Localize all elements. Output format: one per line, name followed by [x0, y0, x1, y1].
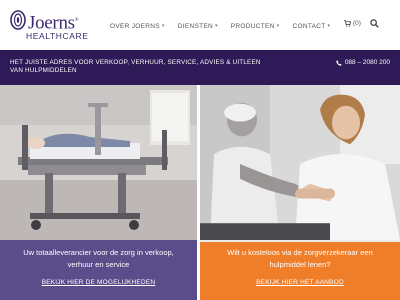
panel-caption: Wilt u kosteloos via de zorgverzekeraar … — [200, 242, 400, 300]
hospital-bed-photo — [0, 85, 197, 240]
nurse-patient-photo — [200, 85, 400, 240]
phone-link[interactable]: 088 – 2080 200 — [336, 59, 390, 66]
page: Joerns® HEALTHCARE OVER JOERNS ▾ DIENSTEN… — [0, 0, 400, 300]
chevron-down-icon: ▾ — [327, 23, 331, 29]
nav-label: DIENSTEN — [177, 22, 213, 30]
search-icon[interactable] — [370, 19, 379, 28]
chevron-down-icon: ▾ — [214, 23, 218, 29]
nav-item-contact[interactable]: CONTACT ▾ — [292, 20, 330, 32]
nav-item-producten[interactable]: PRODUCTEN ▾ — [231, 20, 280, 32]
panel-caption: Uw totaalleverancier voor de zorg in ver… — [0, 240, 197, 300]
nav-label: CONTACT — [292, 22, 326, 30]
nav-item-over-joerns[interactable]: OVER JOERNS ▾ — [110, 20, 165, 32]
panel-title: Uw totaalleverancier voor de zorg in ver… — [23, 248, 174, 269]
site-header: Joerns® HEALTHCARE OVER JOERNS ▾ DIENSTEN… — [0, 0, 400, 50]
info-bar-text: HET JUISTE ADRES VOOR VERKOOP, VERHUUR, … — [10, 59, 261, 74]
panel-uitleen[interactable]: Wilt u kosteloos via de zorgverzekeraar … — [200, 85, 400, 300]
logo-subtitle: HEALTHCARE — [26, 31, 89, 41]
panel-title: Wilt u kosteloos via de zorgverzekeraar … — [227, 248, 373, 269]
logo-name: Joerns® — [28, 12, 79, 34]
nav-label: OVER JOERNS — [110, 22, 160, 30]
chevron-down-icon: ▾ — [276, 23, 280, 29]
bekijk-aanbod-link[interactable]: BEKIJK HIER HET AANBOD — [256, 279, 344, 286]
bekijk-mogelijkheden-link[interactable]: BEKIJK HIER DE MOGELIJKHEDEN — [42, 279, 156, 286]
logo[interactable]: Joerns® HEALTHCARE — [10, 10, 100, 41]
phone-icon — [336, 59, 342, 66]
phone-number: 088 – 2080 200 — [344, 59, 390, 66]
nav-item-diensten[interactable]: DIENSTEN ▾ — [178, 20, 218, 32]
logo-mark-icon — [10, 10, 26, 30]
main-nav: OVER JOERNS ▾ DIENSTEN ▾ PRODUCTEN ▾ CONTAC… — [110, 20, 343, 32]
panel-verkoop[interactable]: Uw totaalleverancier voor de zorg in ver… — [0, 85, 197, 300]
cart-count: (0) — [353, 20, 361, 27]
nav-label: PRODUCTEN — [230, 22, 275, 30]
cart-button[interactable]: (0) — [344, 20, 361, 27]
chevron-down-icon: ▾ — [161, 23, 165, 29]
info-bar: HET JUISTE ADRES VOOR VERKOOP, VERHUUR, … — [0, 50, 400, 85]
cart-icon — [344, 20, 351, 27]
